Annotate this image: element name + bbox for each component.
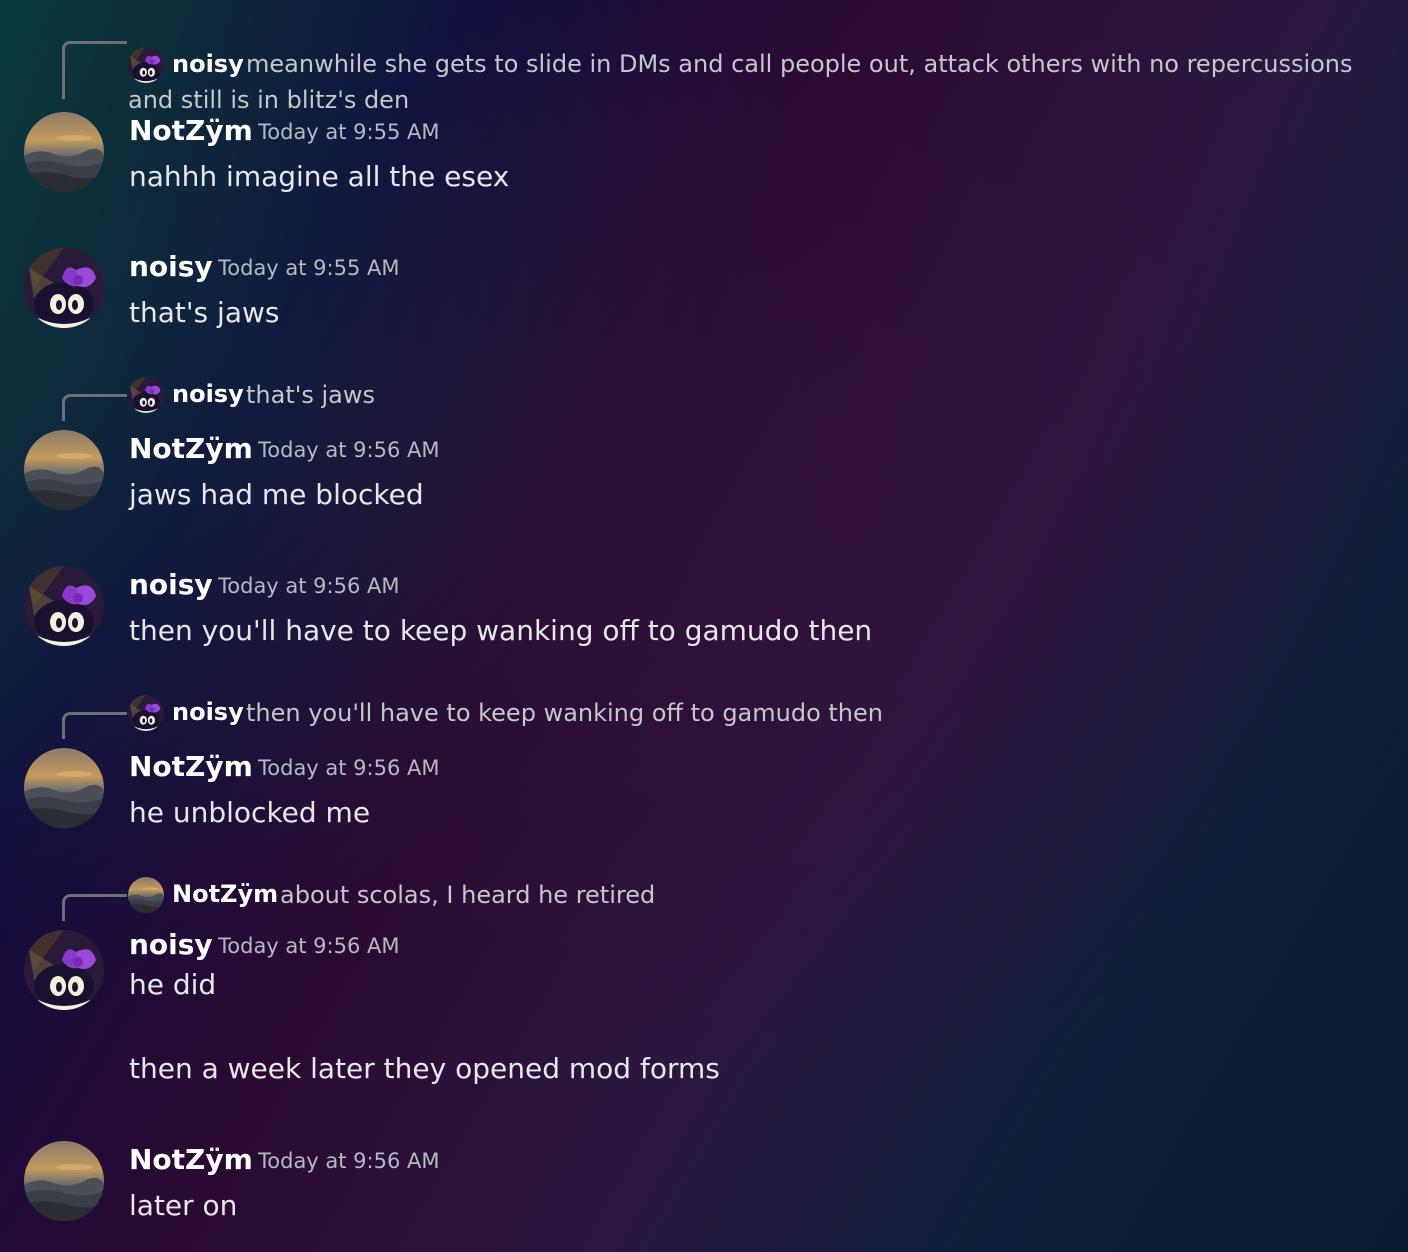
- timestamp[interactable]: Today at 9:56 AM: [218, 574, 400, 598]
- avatar-notzym[interactable]: [24, 430, 104, 510]
- timestamp[interactable]: Today at 9:56 AM: [258, 1149, 440, 1173]
- author-name[interactable]: NotZÿm: [129, 432, 253, 465]
- timestamp[interactable]: Today at 9:55 AM: [258, 120, 440, 144]
- reply-preview[interactable]: noisy then you'll have to keep wanking o…: [0, 692, 1408, 739]
- reply-connector: [62, 894, 127, 921]
- message-text: later on: [129, 1189, 238, 1222]
- reply-connector: [62, 394, 127, 421]
- timestamp[interactable]: Today at 9:56 AM: [258, 438, 440, 462]
- author-name[interactable]: noisy: [129, 568, 213, 601]
- message-text: then you'll have to keep wanking off to …: [129, 614, 873, 647]
- avatar-noisy[interactable]: [24, 248, 104, 328]
- reply-author[interactable]: noisy: [172, 380, 244, 408]
- reply-preview[interactable]: NotZÿm about scolas, I heard he retired: [0, 874, 1408, 921]
- reply-preview[interactable]: noisy that's jaws: [0, 374, 1408, 421]
- message-text: jaws had me blocked: [129, 478, 424, 511]
- avatar-noisy[interactable]: [24, 930, 104, 1010]
- message: noisy Today at 9:56 AM then you'll have …: [0, 554, 1408, 674]
- message-text: then a week later they opened mod forms: [129, 1052, 720, 1085]
- message: NotZÿm Today at 9:56 AM later on: [0, 1129, 1408, 1249]
- avatar-notzym[interactable]: [24, 112, 104, 192]
- reply-preview[interactable]: meanwhile she gets to slide in DMs and c…: [0, 24, 1408, 114]
- reply-text: about scolas, I heard he retired: [280, 881, 656, 909]
- reply-connector: [62, 41, 127, 99]
- avatar-notzym[interactable]: [24, 748, 104, 828]
- timestamp[interactable]: Today at 9:55 AM: [218, 256, 400, 280]
- message: noisy Today at 9:56 AM he did then a wee…: [0, 918, 1408, 1108]
- message-text: that's jaws: [129, 296, 280, 329]
- message: NotZÿm Today at 9:55 AM nahhh imagine al…: [0, 100, 1408, 220]
- reply-author[interactable]: noisy: [172, 698, 244, 726]
- author-name[interactable]: NotZÿm: [129, 750, 253, 783]
- avatar-noisy[interactable]: [24, 566, 104, 646]
- reply-avatar-notzym[interactable]: [128, 877, 164, 913]
- reply-avatar-noisy[interactable]: [128, 377, 164, 413]
- reply-connector: [62, 712, 127, 739]
- message-text: he did: [129, 968, 217, 1001]
- reply-author[interactable]: NotZÿm: [172, 880, 278, 908]
- message: NotZÿm Today at 9:56 AM he unblocked me: [0, 736, 1408, 856]
- reply-author[interactable]: noisy: [172, 50, 244, 78]
- message: NotZÿm Today at 9:56 AM jaws had me bloc…: [0, 418, 1408, 538]
- reply-avatar-noisy[interactable]: [128, 695, 164, 731]
- message-text: he unblocked me: [129, 796, 371, 829]
- message-text: nahhh imagine all the esex: [129, 160, 510, 193]
- timestamp[interactable]: Today at 9:56 AM: [258, 756, 440, 780]
- message: noisy Today at 9:55 AM that's jaws: [0, 236, 1408, 356]
- author-name[interactable]: NotZÿm: [129, 114, 253, 147]
- author-name[interactable]: noisy: [129, 928, 213, 961]
- timestamp[interactable]: Today at 9:56 AM: [218, 934, 400, 958]
- avatar-notzym[interactable]: [24, 1141, 104, 1221]
- author-name[interactable]: noisy: [129, 250, 213, 283]
- reply-text: that's jaws: [246, 381, 375, 409]
- reply-text: then you'll have to keep wanking off to …: [246, 699, 883, 727]
- author-name[interactable]: NotZÿm: [129, 1143, 253, 1176]
